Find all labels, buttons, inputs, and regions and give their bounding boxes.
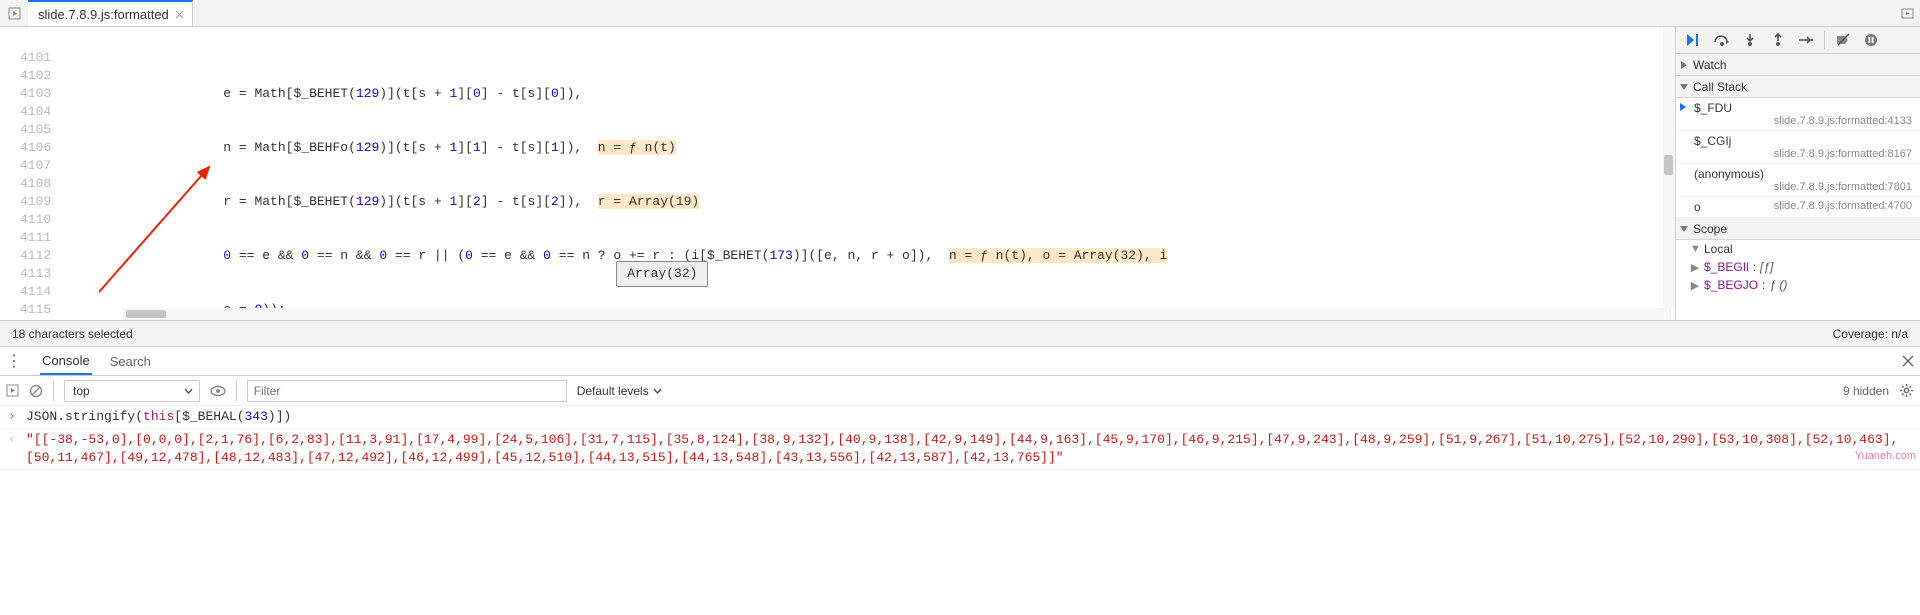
debugger-sidepanel: Watch Call Stack $_FDU slide.7.8.9.js:fo…: [1675, 27, 1920, 320]
inline-hint: r = Array(19): [598, 194, 699, 209]
close-icon[interactable]: [175, 10, 184, 19]
context-selector[interactable]: top: [64, 380, 200, 402]
settings-icon[interactable]: [1899, 383, 1914, 398]
callstack-title: Call Stack: [1693, 80, 1747, 94]
tab-bar: slide.7.8.9.js:formatted: [0, 0, 1920, 27]
show-navigator-icon[interactable]: [0, 7, 28, 20]
file-tab[interactable]: slide.7.8.9.js:formatted: [28, 0, 193, 26]
callstack-item[interactable]: o slide.7.8.9.js:formatted:4700: [1676, 197, 1920, 218]
step-into-icon[interactable]: [1738, 28, 1762, 52]
callstack-item[interactable]: $_FDU slide.7.8.9.js:formatted:4133: [1676, 98, 1920, 131]
input-prompt-icon: ›: [8, 408, 26, 426]
step-out-icon[interactable]: [1766, 28, 1790, 52]
callstack-header[interactable]: Call Stack: [1676, 76, 1920, 98]
scope-local-header[interactable]: ▼Local: [1676, 240, 1920, 258]
levels-selector[interactable]: Default levels: [577, 384, 662, 398]
status-bar: 18 characters selected Coverage: n/a: [0, 320, 1920, 346]
debugger-toolbar: [1676, 27, 1920, 54]
tab-console[interactable]: Console: [40, 347, 92, 375]
callstack-item[interactable]: (anonymous) slide.7.8.9.js:formatted:780…: [1676, 164, 1920, 197]
kebab-icon[interactable]: ⋮: [6, 351, 22, 371]
toggle-sidebar-icon[interactable]: [6, 384, 19, 397]
watch-title: Watch: [1693, 58, 1727, 72]
inline-hint: n = ƒ n(t): [598, 140, 676, 155]
scope-var-row[interactable]: ▶ $_BEGIl: [ƒ]: [1676, 258, 1920, 276]
hidden-count[interactable]: 9 hidden: [1843, 384, 1889, 398]
more-tabs-icon[interactable]: [1896, 8, 1920, 19]
console-header: ⋮ Console Search: [0, 346, 1920, 376]
resume-icon[interactable]: [1682, 28, 1706, 52]
line-gutter: 4101 4102 4103 4104 4105 4106 4107 4108 …: [0, 27, 61, 320]
selection-status: 18 characters selected: [12, 327, 133, 341]
scrollbar-horizontal[interactable]: [123, 308, 1671, 320]
callstack-body: $_FDU slide.7.8.9.js:formatted:4133 $_CG…: [1676, 98, 1920, 218]
callstack-item[interactable]: $_CGIj slide.7.8.9.js:formatted:8167: [1676, 131, 1920, 164]
coverage-status: Coverage: n/a: [1833, 327, 1908, 341]
scope-title: Scope: [1693, 222, 1727, 236]
console-input-row[interactable]: › JSON.stringify(this[$_BEHAL(343)]): [0, 406, 1920, 429]
scope-header[interactable]: Scope: [1676, 218, 1920, 240]
play-icon: [8, 7, 21, 20]
pause-exceptions-icon[interactable]: [1859, 28, 1883, 52]
scrollbar-vertical[interactable]: [1663, 27, 1675, 308]
hover-tooltip: Array(32): [616, 261, 708, 287]
step-over-icon[interactable]: [1710, 28, 1734, 52]
tab-search[interactable]: Search: [110, 354, 151, 369]
output-prompt-icon: ‹: [8, 431, 26, 467]
step-icon[interactable]: [1794, 28, 1818, 52]
deactivate-breakpoints-icon[interactable]: [1831, 28, 1855, 52]
console-output-row[interactable]: ‹ "[[-38,-53,0],[0,0,0],[2,1,76],[6,2,83…: [0, 429, 1920, 470]
code-editor[interactable]: 4101 4102 4103 4104 4105 4106 4107 4108 …: [0, 27, 1675, 320]
console-toolbar: top Default levels 9 hidden: [0, 376, 1920, 406]
tab-label: slide.7.8.9.js:formatted: [38, 7, 169, 22]
watch-header[interactable]: Watch: [1676, 54, 1920, 76]
close-drawer-icon[interactable]: [1902, 355, 1914, 367]
console-body: › JSON.stringify(this[$_BEHAL(343)]) ‹ "…: [0, 406, 1920, 470]
inline-hint: n = ƒ n(t), o = Array(32), i: [949, 248, 1167, 263]
filter-input[interactable]: [247, 380, 567, 402]
clear-console-icon[interactable]: [29, 384, 43, 398]
live-expression-icon[interactable]: [210, 385, 226, 397]
scope-var-row[interactable]: ▶ $_BEGJO: ƒ (): [1676, 276, 1920, 294]
